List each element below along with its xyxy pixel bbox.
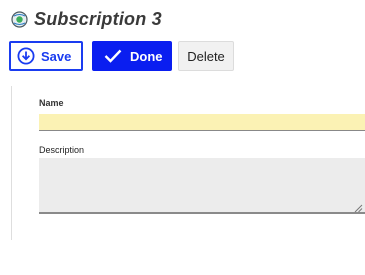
- form-left-divider: [11, 86, 12, 240]
- title-row: Subscription 3: [11, 6, 162, 32]
- name-input[interactable]: [39, 114, 365, 131]
- description-label: Description: [39, 145, 85, 155]
- done-button[interactable]: Done: [92, 41, 172, 71]
- delete-button[interactable]: Delete: [178, 41, 234, 71]
- save-label: Save: [41, 48, 72, 64]
- download-circle-icon: [17, 47, 35, 65]
- description-textarea[interactable]: [39, 158, 365, 214]
- page-title: Subscription 3: [34, 8, 162, 29]
- done-label: Done: [130, 48, 163, 64]
- checkmark-icon: [104, 48, 122, 64]
- resize-grip-icon[interactable]: [353, 200, 363, 213]
- save-button[interactable]: Save: [9, 41, 83, 71]
- toolbar: Save Done Delete: [9, 40, 234, 72]
- delete-label: Delete: [187, 48, 225, 64]
- subscription-globe-icon: [11, 10, 28, 28]
- subscription-editor: Subscription 3 Save Done Delete Name Des…: [0, 0, 365, 275]
- name-label: Name: [39, 98, 64, 108]
